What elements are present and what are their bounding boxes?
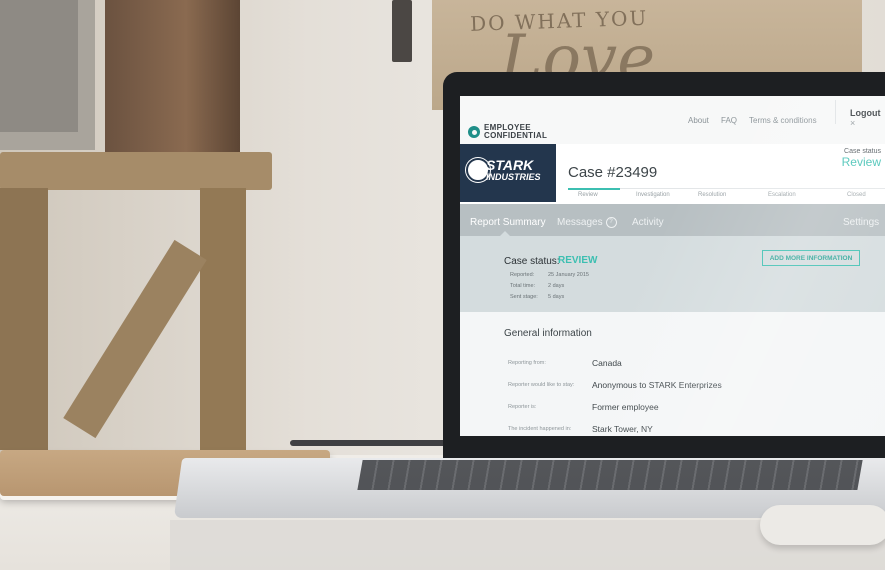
step-review: Review [578,192,598,198]
picture-frame [0,0,95,150]
case-progress-steps: Review Investigation Resolution Escalati… [568,188,885,204]
tab-messages-label: Messages [557,217,603,229]
case-status-value: Review [841,155,881,169]
step-closed: Closed [847,192,866,198]
info-label-reporter-is: Reporter is: [508,404,537,410]
company-logo-line-2: INDUSTRIES [486,172,541,182]
info-label-incident-location: The incident happened in: [508,426,572,432]
laptop-screen: EMPLOYEE CONFIDENTIAL About FAQ Terms & … [460,96,885,436]
step-resolution: Resolution [698,192,727,198]
tab-activity[interactable]: Activity [632,217,664,228]
stool-seat [0,152,272,190]
company-logo-text: STARK INDUSTRIES [486,157,541,182]
brand-name: EMPLOYEE CONFIDENTIAL [484,124,547,140]
stool-brace [63,239,207,439]
case-status-indicator: Case status Review [842,148,881,169]
progress-track [620,188,885,189]
meta-value-reported: 25 January 2015 [548,272,589,278]
stool-leg [200,188,246,450]
info-label-reporting-from: Reporting from: [508,360,546,366]
info-value-reporter-is: Former employee [592,402,659,412]
tab-bar: Report Summary Messages? Activity Settin… [460,204,885,236]
close-icon: × [850,118,856,128]
pen [290,440,450,446]
progress-active-bar [568,188,620,190]
report-summary-panel: Case status: REVIEW ADD MORE INFORMATION… [460,236,885,312]
tab-messages[interactable]: Messages? [557,217,617,228]
company-logo-line-1: STARK [486,157,534,173]
nav-divider [835,100,836,124]
tab-report-summary[interactable]: Report Summary [470,217,546,228]
leather-box [105,0,240,158]
info-label-anonymity: Reporter would like to stay: [508,382,575,388]
meta-label-reported: Reported: [510,272,535,278]
add-more-information-button[interactable]: ADD MORE INFORMATION [762,250,860,266]
wall-hook [392,0,412,62]
general-information-section: General information Reporting from: Cana… [460,312,885,436]
step-investigation: Investigation [636,192,670,198]
picture-frame-inner [0,0,78,132]
general-information-title: General information [504,328,592,339]
info-value-incident-location: Stark Tower, NY [592,424,653,434]
case-status-heading-value: REVIEW [558,255,598,266]
logout-button[interactable]: Logout × [850,108,885,128]
info-value-anonymity: Anonymous to STARK Enterprizes [592,380,722,390]
brand-line-2: CONFIDENTIAL [484,131,548,140]
logout-label: Logout [850,108,881,118]
company-logo: STARK INDUSTRIES [460,144,556,202]
meta-value-total-time: 2 days [548,283,565,289]
laptop-keyboard [357,460,863,490]
info-value-reporting-from: Canada [592,358,622,368]
nav-faq-link[interactable]: FAQ [721,116,737,125]
mouse [760,505,885,545]
case-title: Case #23499 [568,164,658,181]
case-status-label: Case status [844,148,881,155]
nav-terms-link[interactable]: Terms & conditions [749,116,817,125]
messages-count-badge: ? [605,217,617,228]
brand-logo[interactable]: EMPLOYEE CONFIDENTIAL [468,124,547,140]
case-status-heading: Case status: [504,256,560,267]
stool-leg [0,188,48,450]
meta-value-sent-stage: 5 days [548,294,565,300]
step-escalation: Escalation [768,192,796,198]
brand-mark-icon [468,126,480,138]
top-navigation-bar: EMPLOYEE CONFIDENTIAL About FAQ Terms & … [460,96,885,145]
meta-label-total-time: Total time: [510,283,536,289]
tab-settings[interactable]: Settings [843,217,879,228]
case-header: STARK INDUSTRIES Case #23499 Case status… [460,144,885,204]
nav-about-link[interactable]: About [688,116,709,125]
meta-label-sent-stage: Sent stage: [510,294,538,300]
